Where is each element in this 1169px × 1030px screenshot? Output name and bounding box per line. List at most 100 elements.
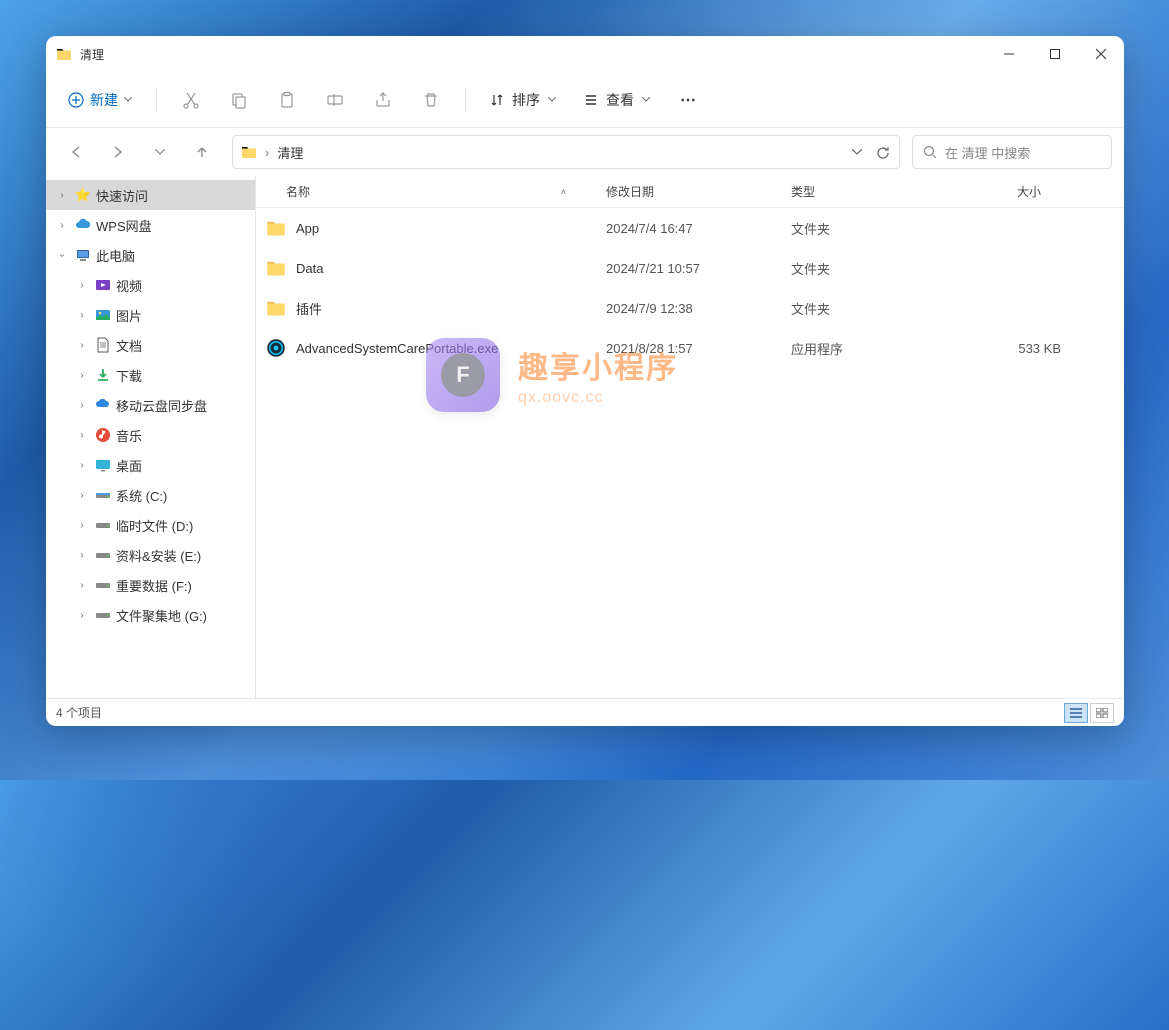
sidebar-label: 临时文件 (D:) — [116, 516, 193, 535]
new-button[interactable]: 新建 — [58, 84, 142, 116]
sidebar-label: 重要数据 (F:) — [116, 576, 192, 595]
sidebar-item-documents[interactable]: › 文档 — [46, 330, 255, 360]
sidebar-item-pictures[interactable]: ›图片 — [46, 300, 255, 330]
search-box[interactable]: 在 清理 中搜索 — [912, 135, 1112, 169]
sidebar-label: WPS网盘 — [96, 216, 152, 235]
copy-button[interactable] — [219, 82, 259, 118]
pc-icon — [74, 246, 92, 264]
view-label: 查看 — [606, 90, 634, 110]
sidebar-item-downloads[interactable]: ›下载 — [46, 360, 255, 390]
file-name: 插件 — [296, 299, 606, 318]
file-row[interactable]: 插件2024/7/9 12:38文件夹 — [256, 288, 1124, 328]
column-size[interactable]: 大小 — [931, 183, 1051, 200]
sidebar-label: 快速访问 — [96, 186, 148, 205]
chevron-right-icon: › — [74, 280, 90, 291]
new-label: 新建 — [90, 90, 118, 110]
statusbar: 4 个项目 — [46, 698, 1124, 726]
search-icon — [923, 145, 937, 159]
sidebar-item-drive-c[interactable]: › 系统 (C:) — [46, 480, 255, 510]
sidebar-item-this-pc[interactable]: › 此电脑 — [46, 240, 255, 270]
file-type: 文件夹 — [791, 259, 941, 278]
forward-button[interactable] — [100, 134, 136, 170]
recent-button[interactable] — [142, 134, 178, 170]
file-date: 2024/7/4 16:47 — [606, 221, 791, 236]
sidebar-label: 文档 — [116, 336, 142, 355]
video-icon — [94, 276, 112, 294]
sidebar-item-drive-f[interactable]: › 重要数据 (F:) — [46, 570, 255, 600]
more-button[interactable]: ⋯ — [668, 82, 708, 118]
file-name: App — [296, 221, 606, 236]
column-type[interactable]: 类型 — [781, 183, 931, 200]
sidebar-item-quick-access[interactable]: › ⭐ 快速访问 — [46, 180, 255, 210]
file-row[interactable]: App2024/7/4 16:47文件夹 — [256, 208, 1124, 248]
icons-view-button[interactable] — [1090, 703, 1114, 723]
chevron-down-icon[interactable] — [852, 149, 862, 155]
sidebar-item-wps[interactable]: › WPS网盘 — [46, 210, 255, 240]
separator — [465, 88, 466, 112]
sidebar-item-cloud-sync[interactable]: › 移动云盘同步盘 — [46, 390, 255, 420]
chevron-right-icon: › — [74, 610, 90, 621]
file-row[interactable]: AdvancedSystemCarePortable.exe2021/8/28 … — [256, 328, 1124, 368]
back-button[interactable] — [58, 134, 94, 170]
sidebar-item-music[interactable]: ›音乐 — [46, 420, 255, 450]
navbar: › 清理 在 清理 中搜索 — [46, 128, 1124, 176]
sort-button[interactable]: 排序 — [480, 84, 566, 116]
column-headers: 名称˄ 修改日期 类型 大小 — [256, 176, 1124, 208]
details-view-button[interactable] — [1064, 703, 1088, 723]
chevron-right-icon: › — [74, 550, 90, 561]
sidebar-item-videos[interactable]: › 视频 — [46, 270, 255, 300]
column-date[interactable]: 修改日期 — [596, 183, 781, 200]
chevron-right-icon: › — [74, 580, 90, 591]
file-row[interactable]: Data2024/7/21 10:57文件夹 — [256, 248, 1124, 288]
sidebar-item-drive-g[interactable]: ›文件聚集地 (G:) — [46, 600, 255, 630]
chevron-right-icon: › — [74, 400, 90, 411]
file-size: 533 KB — [941, 341, 1061, 356]
content-area: › ⭐ 快速访问 › WPS网盘 › 此电脑 › 视频 ›图片 › 文档 ›下载 ›… — [46, 176, 1124, 698]
refresh-icon[interactable] — [876, 145, 891, 160]
window-folder-icon — [56, 46, 72, 62]
chevron-right-icon: › — [74, 340, 90, 351]
sort-label: 排序 — [512, 90, 540, 110]
sidebar-item-desktop[interactable]: ›桌面 — [46, 450, 255, 480]
sidebar-label: 系统 (C:) — [116, 486, 167, 505]
explorer-window: 清理 新建 排序 查看 ⋯ — [46, 36, 1124, 726]
file-list: F 趣享小程序 qx.oovc.cc App2024/7/4 16:47文件夹D… — [256, 208, 1124, 698]
plus-circle-icon — [68, 92, 84, 108]
up-button[interactable] — [184, 134, 220, 170]
file-view: 名称˄ 修改日期 类型 大小 F 趣享小程序 qx.oovc.cc App202… — [256, 176, 1124, 698]
sort-icon — [490, 93, 504, 107]
desktop-icon — [94, 456, 112, 474]
maximize-button[interactable] — [1032, 36, 1078, 72]
sidebar-item-drive-e[interactable]: ›资料&安装 (E:) — [46, 540, 255, 570]
paste-button[interactable] — [267, 82, 307, 118]
window-controls — [986, 36, 1124, 72]
share-button[interactable] — [363, 82, 403, 118]
address-bar[interactable]: › 清理 — [232, 135, 900, 169]
chevron-right-icon: › — [74, 370, 90, 381]
minimize-button[interactable] — [986, 36, 1032, 72]
sidebar-label: 此电脑 — [96, 246, 135, 265]
cut-button[interactable] — [171, 82, 211, 118]
rename-button[interactable] — [315, 82, 355, 118]
sidebar-label: 视频 — [116, 276, 142, 295]
sidebar-label: 移动云盘同步盘 — [116, 396, 207, 415]
sidebar-label: 音乐 — [116, 426, 142, 445]
chevron-right-icon: › — [74, 310, 90, 321]
chevron-right-icon: › — [74, 520, 90, 531]
star-icon: ⭐ — [74, 186, 92, 204]
view-icon — [584, 93, 598, 107]
file-type: 应用程序 — [791, 339, 941, 358]
navigation-pane: › ⭐ 快速访问 › WPS网盘 › 此电脑 › 视频 ›图片 › 文档 ›下载 ›… — [46, 176, 256, 698]
view-button[interactable]: 查看 — [574, 84, 660, 116]
close-button[interactable] — [1078, 36, 1124, 72]
breadcrumb-separator: › — [265, 145, 269, 160]
chevron-right-icon: › — [74, 490, 90, 501]
sidebar-label: 桌面 — [116, 456, 142, 475]
column-name[interactable]: 名称˄ — [256, 183, 596, 200]
music-icon — [94, 426, 112, 444]
cloud-sync-icon — [94, 396, 112, 414]
drive-icon — [94, 486, 112, 504]
titlebar: 清理 — [46, 36, 1124, 72]
sidebar-item-drive-d[interactable]: › 临时文件 (D:) — [46, 510, 255, 540]
delete-button[interactable] — [411, 82, 451, 118]
